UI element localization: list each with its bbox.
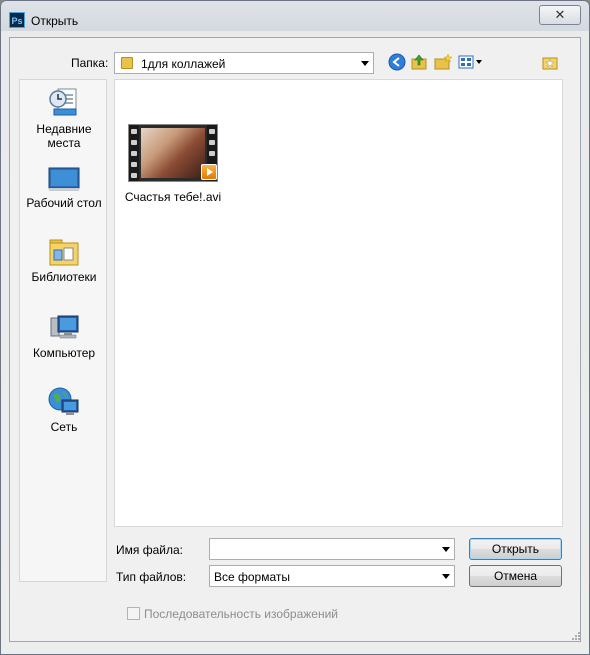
sidebar-item-label: Компьютер <box>32 346 96 360</box>
film-hole <box>131 129 137 134</box>
video-file-icon <box>201 164 217 180</box>
cancel-button[interactable]: Отмена <box>469 565 562 587</box>
filename-combobox[interactable] <box>209 538 455 560</box>
desktop-icon <box>48 167 80 191</box>
film-hole <box>131 173 137 178</box>
libraries-icon <box>49 239 79 266</box>
open-file-dialog: Ps Открыть ✕ Папка: 1для коллажей Недавн… <box>0 0 590 655</box>
close-button[interactable]: ✕ <box>539 5 581 25</box>
image-sequence-label: Последовательность изображений <box>144 607 339 621</box>
sidebar-item-label: Библиотеки <box>31 270 97 284</box>
window-title: Открыть <box>31 14 79 28</box>
back-icon[interactable] <box>388 53 406 71</box>
file-name: Счастья тебе!.avi <box>124 190 222 204</box>
sidebar-item-label: Рабочий стол <box>26 196 102 210</box>
open-button[interactable]: Открыть <box>469 538 562 560</box>
recent-places-icon <box>49 88 77 116</box>
film-hole <box>209 140 215 145</box>
title-bar[interactable]: Ps Открыть ✕ <box>1 1 589 31</box>
file-list[interactable]: Счастья тебе!.avi <box>114 79 563 527</box>
network-icon <box>48 387 79 415</box>
computer-icon <box>50 315 79 339</box>
sidebar-item-recent-places[interactable]: Недавние места <box>20 86 108 156</box>
folder-combobox[interactable]: 1для коллажей <box>114 52 374 74</box>
film-hole <box>131 162 137 167</box>
image-sequence-checkbox[interactable] <box>127 607 140 620</box>
sidebar-item-label: Недавние места <box>36 122 92 150</box>
preview-icon[interactable] <box>541 53 559 71</box>
video-frame-image <box>141 128 205 178</box>
view-menu-icon[interactable] <box>458 53 484 71</box>
film-hole <box>131 151 137 156</box>
chevron-down-icon[interactable] <box>442 547 450 552</box>
filename-label: Имя файла: <box>116 543 183 557</box>
new-folder-icon[interactable] <box>434 53 452 71</box>
chevron-down-icon[interactable] <box>361 61 369 66</box>
list-item[interactable]: Счастья тебе!.avi <box>121 124 221 204</box>
filetype-label: Тип файлов: <box>116 570 187 584</box>
sidebar-item-computer[interactable]: Компьютер <box>20 312 108 362</box>
up-folder-icon[interactable] <box>410 53 428 71</box>
film-hole <box>209 129 215 134</box>
film-hole <box>131 140 137 145</box>
current-folder-name: 1для коллажей <box>141 57 226 71</box>
sidebar-item-libraries[interactable]: Библиотеки <box>20 236 108 286</box>
chevron-down-icon[interactable] <box>442 574 450 579</box>
places-sidebar: Недавние места Рабочий стол Библиотеки К… <box>19 79 107 582</box>
film-hole <box>209 151 215 156</box>
filetype-select[interactable]: Все форматы <box>209 565 455 587</box>
film-strip-left <box>129 125 139 181</box>
sidebar-item-desktop[interactable]: Рабочий стол <box>20 164 108 214</box>
folder-label: Папка: <box>71 56 109 70</box>
folder-icon <box>121 57 133 69</box>
filetype-value: Все форматы <box>214 570 291 584</box>
sidebar-item-label: Сеть <box>50 420 78 434</box>
photoshop-icon: Ps <box>9 12 25 28</box>
resize-grip-icon[interactable] <box>571 631 581 641</box>
sidebar-item-network[interactable]: Сеть <box>20 386 108 436</box>
